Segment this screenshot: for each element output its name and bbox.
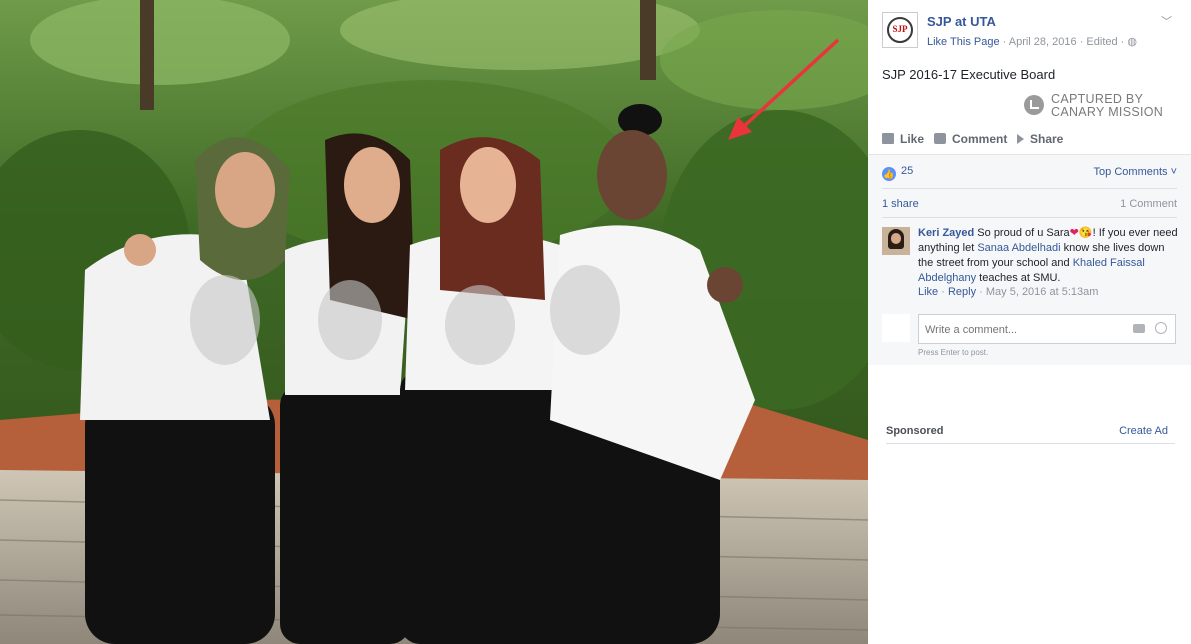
heart-emoji-icon: ❤ bbox=[1069, 227, 1079, 239]
thumbs-up-icon bbox=[882, 133, 894, 144]
like-button[interactable]: Like bbox=[882, 132, 924, 146]
commenter-avatar[interactable] bbox=[882, 227, 910, 255]
canary-mission-watermark: CAPTURED BY CANARY MISSION bbox=[1024, 92, 1174, 120]
comment-text: So proud of u Sara bbox=[974, 227, 1070, 239]
reaction-summary[interactable]: 👍 25 bbox=[882, 165, 913, 181]
comment-reply-link[interactable]: Reply bbox=[948, 286, 976, 298]
edited-label[interactable]: Edited bbox=[1086, 36, 1117, 48]
like-this-page-link[interactable]: Like This Page bbox=[927, 36, 1000, 48]
divider bbox=[882, 217, 1177, 218]
camera-icon[interactable] bbox=[1133, 324, 1145, 333]
comment-button[interactable]: Comment bbox=[934, 132, 1007, 146]
comment-icon bbox=[934, 133, 946, 144]
like-count: 25 bbox=[901, 165, 914, 177]
emoji-icon[interactable] bbox=[1155, 322, 1167, 334]
logo-text: SJP bbox=[892, 24, 908, 34]
check-circle-icon bbox=[1024, 95, 1044, 115]
share-label: Share bbox=[1030, 132, 1064, 146]
current-user-avatar bbox=[882, 314, 910, 342]
top-comments-dropdown[interactable]: Top Comments ˅ bbox=[1094, 166, 1177, 178]
create-ad-link[interactable]: Create Ad bbox=[1119, 425, 1168, 437]
meta-dot: · bbox=[1117, 36, 1128, 48]
meta-dot: · bbox=[1076, 36, 1087, 48]
meta-dot: · bbox=[999, 36, 1009, 48]
watermark-line-2: CANARY MISSION bbox=[1051, 105, 1164, 119]
divider bbox=[882, 188, 1177, 189]
like-reaction-icon: 👍 bbox=[882, 167, 896, 181]
post-header: SJP SJP at UTA Like This Page · April 28… bbox=[882, 12, 1182, 52]
comment-meta: Like · Reply · May 5, 2016 at 5:13am bbox=[918, 286, 1098, 298]
post-photo[interactable] bbox=[0, 0, 868, 644]
kiss-emoji-icon: 😘 bbox=[1078, 227, 1093, 239]
composer-hint: Press Enter to post. bbox=[918, 348, 989, 357]
comment-text: teaches at SMU. bbox=[976, 272, 1061, 284]
globe-icon: ◍ bbox=[1127, 36, 1138, 48]
post-text: SJP 2016-17 Executive Board bbox=[882, 67, 1056, 82]
meta-dot: · bbox=[976, 286, 986, 298]
post-date[interactable]: April 28, 2016 bbox=[1009, 36, 1077, 48]
comment-author-link[interactable]: Keri Zayed bbox=[918, 227, 974, 239]
comment-composer[interactable] bbox=[918, 314, 1176, 344]
post-actions: Like Comment Share bbox=[882, 132, 1177, 150]
share-button[interactable]: Share bbox=[1017, 132, 1063, 146]
comment-like-link[interactable]: Like bbox=[918, 286, 938, 298]
post-meta: Like This Page · April 28, 2016 · Edited… bbox=[927, 35, 1137, 48]
watermark-line-1: CAPTURED BY bbox=[1051, 92, 1144, 106]
divider bbox=[886, 443, 1175, 444]
photo-image bbox=[0, 0, 868, 644]
sponsored-heading: Sponsored bbox=[886, 425, 944, 437]
like-label: Like bbox=[900, 132, 925, 146]
meta-dot: · bbox=[938, 286, 948, 298]
comment-input[interactable] bbox=[923, 320, 1127, 340]
mention-link[interactable]: Sanaa Abdelhadi bbox=[977, 242, 1060, 254]
sjp-logo-icon: SJP bbox=[887, 17, 913, 43]
comment-count[interactable]: 1 Comment bbox=[1120, 198, 1177, 210]
avatar-face bbox=[891, 233, 901, 244]
chevron-down-icon[interactable]: ﹀ bbox=[1161, 13, 1172, 29]
comment-label: Comment bbox=[952, 132, 1008, 146]
page-name-link[interactable]: SJP at UTA bbox=[927, 14, 996, 29]
shares-link[interactable]: 1 share bbox=[882, 198, 919, 210]
share-icon bbox=[1017, 134, 1024, 144]
comment-section: 👍 25 Top Comments ˅ 1 share 1 Comment Ker… bbox=[868, 154, 1191, 365]
page-avatar[interactable]: SJP bbox=[882, 12, 918, 48]
comment-body: Keri Zayed So proud of u Sara❤😘! If you … bbox=[918, 226, 1178, 286]
comment-timestamp[interactable]: May 5, 2016 at 5:13am bbox=[986, 286, 1099, 298]
